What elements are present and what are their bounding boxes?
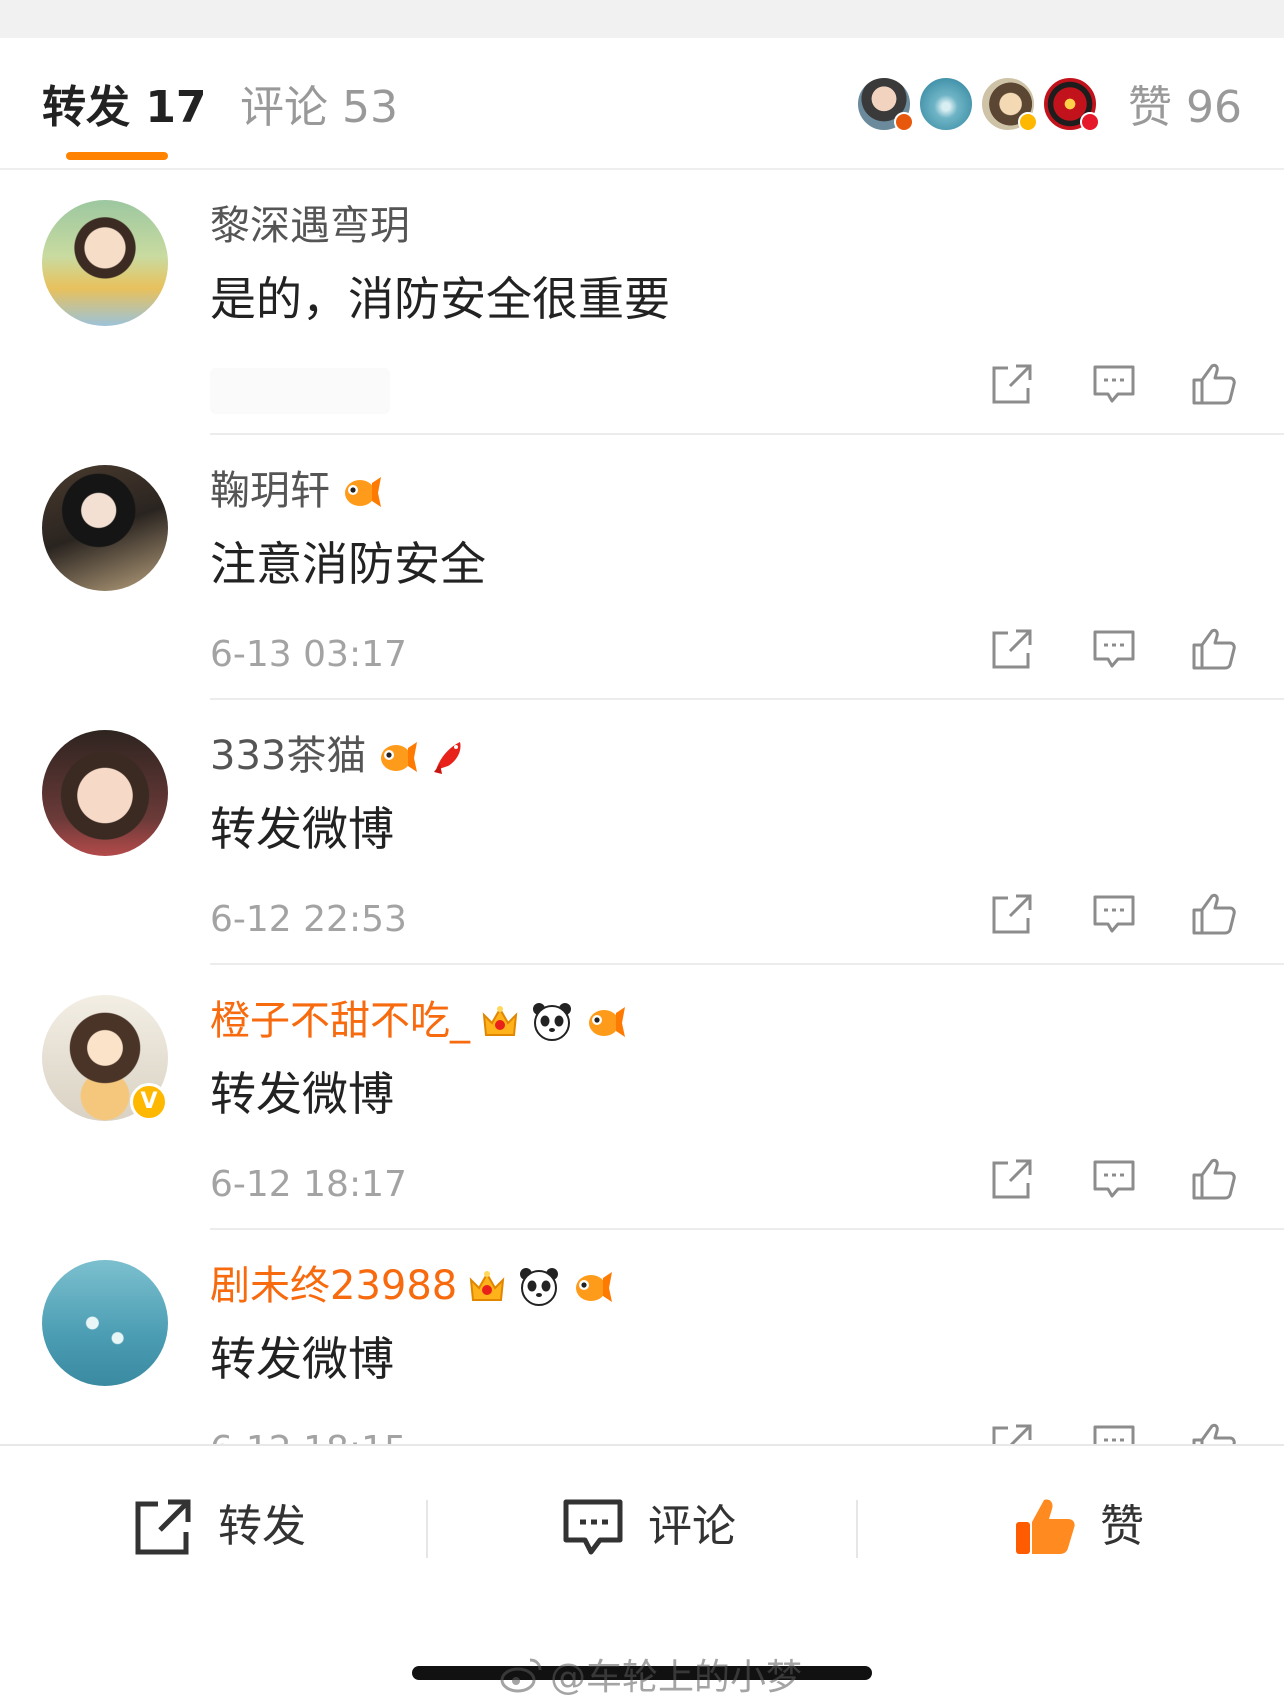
repost-item: 333茶猫 转发微博 6-12 22:53: [0, 700, 1284, 965]
repost-icon[interactable]: [986, 1153, 1038, 1205]
comment-icon[interactable]: [1088, 623, 1140, 675]
verified-badge-red: [894, 112, 914, 132]
repost-item: 鞠玥轩 注意消防安全 6-13 03:17: [0, 435, 1284, 700]
avatar[interactable]: [42, 200, 168, 326]
avatar[interactable]: [42, 730, 168, 856]
repost-list: 黎深遇弯玥 是的，消防安全很重要 鞠玥轩 注意消防安全 6-13 03:17 3…: [0, 170, 1284, 1444]
liker-avatar: [1042, 76, 1100, 132]
username[interactable]: 橙子不甜不吃_: [210, 993, 470, 1049]
username[interactable]: 鞠玥轩: [210, 463, 330, 519]
comment-icon[interactable]: [1088, 1418, 1140, 1444]
timestamp: 6-13 03:17: [210, 634, 407, 675]
watermark: @车轮上的小梦: [500, 1652, 802, 1698]
goldfish-badge: [569, 1264, 613, 1308]
bottom-action-bar: 转发 评论 赞: [0, 1444, 1284, 1594]
comment-icon[interactable]: [1088, 1153, 1140, 1205]
comment-icon[interactable]: [1088, 358, 1140, 410]
comment-icon[interactable]: [1088, 888, 1140, 940]
comment-icon: [563, 1499, 623, 1555]
goldfish-badge: [338, 469, 382, 513]
crown-badge: [478, 999, 522, 1043]
username-row: 黎深遇弯玥: [210, 198, 410, 254]
like-button[interactable]: 赞: [1012, 1494, 1144, 1560]
goldfish-badge: [582, 999, 626, 1043]
username-row: 橙子不甜不吃_: [210, 993, 626, 1049]
repost-icon: [135, 1499, 191, 1555]
username[interactable]: 黎深遇弯玥: [210, 198, 410, 254]
panda-badge: [530, 999, 574, 1043]
repost-icon[interactable]: [986, 358, 1038, 410]
liker-avatar: [856, 76, 914, 132]
tab-header: 转发 17 评论 53 赞 96: [0, 38, 1284, 170]
repost-icon[interactable]: [986, 623, 1038, 675]
repost-text: 转发微博: [210, 802, 394, 856]
like-icon[interactable]: [1188, 358, 1240, 410]
repost-text: 转发微博: [210, 1067, 394, 1121]
active-tab-indicator: [66, 152, 168, 160]
repost-item: 黎深遇弯玥 是的，消防安全很重要: [0, 170, 1284, 435]
username[interactable]: 333茶猫: [210, 728, 366, 784]
repost-item: 剧未终23988 转发微博 6-12 18:15: [0, 1230, 1284, 1444]
repost-text: 是的，消防安全很重要: [210, 272, 670, 326]
tab-likes[interactable]: 赞 96: [1128, 78, 1242, 138]
watermark-text: @车轮上的小梦: [550, 1657, 803, 1698]
repost-item: V 橙子不甜不吃_ 转发微博 6-12 18:17: [0, 965, 1284, 1230]
username-row: 333茶猫: [210, 728, 470, 784]
koi-badge: [426, 734, 470, 778]
crown-badge: [465, 1264, 509, 1308]
timestamp: 6-12 22:53: [210, 899, 407, 940]
like-icon[interactable]: [1188, 623, 1240, 675]
username[interactable]: 剧未终23988: [210, 1258, 457, 1314]
comment-label: 评论: [648, 1501, 736, 1552]
like-label: 赞: [1100, 1501, 1144, 1552]
weibo-logo: [500, 1658, 542, 1693]
avatar[interactable]: [42, 1260, 168, 1386]
like-icon[interactable]: [1188, 888, 1240, 940]
repost-icon[interactable]: [986, 1418, 1038, 1444]
verified-badge-red: [1080, 112, 1100, 132]
status-strip: [0, 0, 1284, 38]
panda-badge: [517, 1264, 561, 1308]
blurred-timestamp: [210, 368, 390, 414]
tab-repost[interactable]: 转发 17: [42, 78, 207, 138]
repost-icon[interactable]: [986, 888, 1038, 940]
avatar[interactable]: [42, 465, 168, 591]
liker-avatar: [918, 76, 974, 132]
divider: [426, 1500, 428, 1558]
repost-text: 注意消防安全: [210, 537, 486, 591]
tab-comment[interactable]: 评论 53: [240, 78, 398, 138]
divider: [856, 1500, 858, 1558]
timestamp: 6-12 18:17: [210, 1164, 407, 1205]
repost-label: 转发: [218, 1501, 306, 1552]
verified-badge-yellow: [1018, 112, 1038, 132]
like-icon[interactable]: [1188, 1418, 1240, 1444]
like-icon[interactable]: [1188, 1153, 1240, 1205]
repost-text: 转发微博: [210, 1332, 394, 1386]
like-icon: [1016, 1499, 1075, 1554]
repost-button[interactable]: 转发: [130, 1494, 306, 1560]
goldfish-badge: [374, 734, 418, 778]
username-row: 鞠玥轩: [210, 463, 382, 519]
comment-button[interactable]: 评论: [560, 1494, 736, 1560]
timestamp: 6-12 18:15: [210, 1426, 407, 1444]
verified-badge: V: [130, 1083, 168, 1121]
username-row: 剧未终23988: [210, 1258, 613, 1314]
liker-avatar: [980, 76, 1038, 132]
